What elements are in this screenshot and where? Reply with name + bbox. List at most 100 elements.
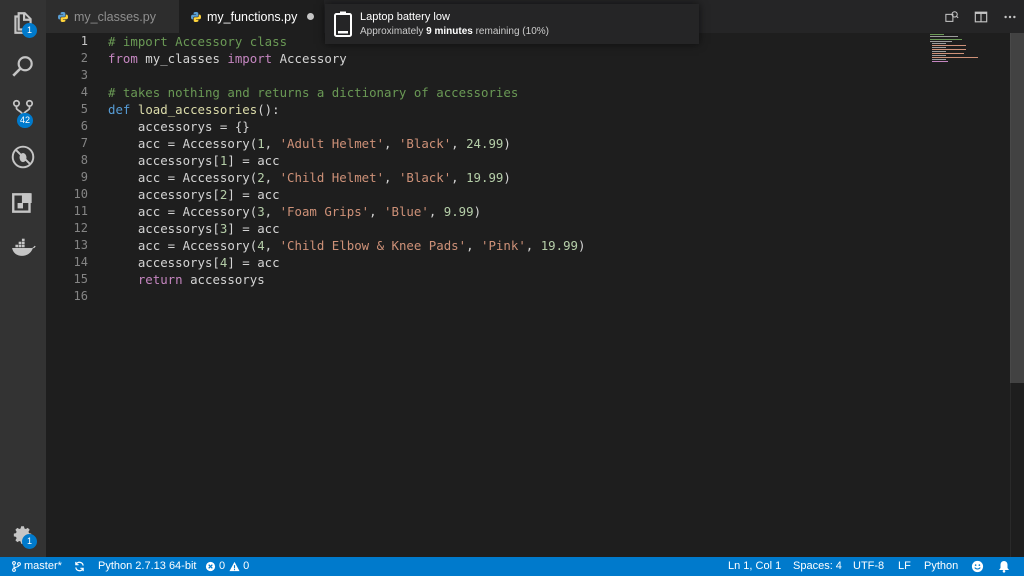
line-number: 9 — [80, 170, 88, 184]
line-number: 3 — [80, 68, 88, 82]
code-token: ) — [473, 204, 482, 219]
code-token: acc = Accessory( — [108, 136, 258, 151]
split-editor-icon — [974, 11, 987, 22]
split-editor-button[interactable] — [966, 0, 995, 33]
code-token: , — [525, 238, 541, 253]
cursor-position-label: Ln 1, Col 1 — [728, 560, 782, 572]
code-token: def — [108, 102, 131, 117]
settings-button[interactable]: 1 — [0, 512, 46, 558]
code-line[interactable]: acc = Accessory(1, 'Adult Helmet', 'Blac… — [108, 135, 511, 152]
activity-bar: 1 42 1 — [0, 0, 46, 557]
docker-button[interactable] — [0, 225, 46, 271]
line-number: 5 — [80, 102, 88, 116]
feedback-button[interactable] — [971, 557, 987, 576]
tab-my-classes[interactable]: my_classes.py — [46, 0, 179, 33]
unsaved-dot-icon[interactable] — [307, 13, 315, 20]
code-line[interactable]: return accessorys — [108, 271, 265, 288]
code-line[interactable]: # import Accessory class — [108, 33, 287, 50]
code-line[interactable]: accessorys[2] = acc — [108, 186, 280, 203]
git-branch-icon — [12, 561, 21, 572]
code-line[interactable]: accessorys[4] = acc — [108, 254, 280, 271]
line-number: 2 — [80, 51, 88, 65]
language-mode[interactable]: Python — [924, 557, 958, 576]
indentation[interactable]: Spaces: 4 — [793, 557, 842, 576]
code-line[interactable]: def load_accessories(): — [108, 101, 280, 118]
problems-indicator[interactable]: 0 0 — [205, 557, 249, 576]
code-token: accessorys[ — [108, 255, 220, 270]
code-token: acc = Accessory( — [108, 204, 258, 219]
code-token: 19.99 — [540, 238, 579, 253]
sync-button[interactable] — [74, 557, 88, 576]
code-token: , — [264, 204, 280, 219]
branch-name: master* — [24, 560, 62, 572]
tab-label: my_classes.py — [74, 9, 156, 24]
code-line[interactable]: acc = Accessory(3, 'Foam Grips', 'Blue',… — [108, 203, 481, 220]
python-file-icon — [58, 11, 68, 22]
code-token: , — [384, 170, 399, 185]
code-token: accessorys[ — [108, 221, 220, 236]
branch-indicator[interactable]: master* — [12, 557, 62, 576]
line-number: 7 — [80, 136, 88, 150]
code-token: acc = Accessory( — [108, 170, 258, 185]
code-token: 'Black' — [398, 136, 452, 151]
language-label: Python — [924, 560, 959, 572]
code-token: accessorys[ — [108, 187, 220, 202]
extensions-button[interactable] — [0, 180, 46, 226]
line-number: 4 — [80, 85, 88, 99]
source-control-button[interactable]: 42 — [0, 88, 46, 134]
code-token: return — [137, 272, 183, 287]
notifications-button[interactable] — [998, 557, 1013, 576]
smiley-icon — [971, 560, 984, 573]
search-icon — [12, 56, 33, 77]
editor-actions — [937, 0, 1024, 33]
code-line[interactable]: accessorys[1] = acc — [108, 152, 280, 169]
code-token: , — [264, 136, 280, 151]
code-token: 'Child Helmet' — [279, 170, 385, 185]
code-line[interactable]: acc = Accessory(2, 'Child Helmet', 'Blac… — [108, 169, 511, 186]
explorer-button[interactable]: 1 — [0, 0, 46, 46]
code-token: 'Child Elbow & Knee Pads' — [279, 238, 467, 253]
notification-body: Approximately 9 minutes remaining (10%) — [360, 26, 549, 37]
code-line[interactable]: accessorys = {} — [108, 118, 250, 135]
code-token: acc = Accessory( — [108, 238, 258, 253]
end-of-line[interactable]: LF — [898, 557, 911, 576]
error-icon — [205, 561, 216, 572]
notification-body-bold: 9 minutes — [426, 26, 473, 37]
code-token: from — [108, 51, 138, 66]
code-token: # takes nothing and returns a dictionary… — [108, 85, 519, 100]
settings-badge: 1 — [22, 534, 37, 549]
scrollbar-thumb[interactable] — [1010, 33, 1024, 383]
open-changes-button[interactable] — [937, 0, 966, 33]
code-token: ) — [503, 136, 511, 151]
line-number: 15 — [73, 272, 88, 286]
encoding[interactable]: UTF-8 — [853, 557, 884, 576]
code-token: ] = acc — [227, 153, 280, 168]
code-line[interactable]: accessorys[3] = acc — [108, 220, 280, 237]
code-token: , — [369, 204, 385, 219]
search-button[interactable] — [0, 44, 46, 90]
code-token: accessorys[ — [108, 153, 220, 168]
debug-button[interactable] — [0, 134, 46, 180]
code-line[interactable]: acc = Accessory(4, 'Child Elbow & Knee P… — [108, 237, 586, 254]
code-token: import — [227, 51, 273, 66]
tab-my-functions[interactable]: my_functions.py — [179, 0, 324, 33]
code-line[interactable]: from my_classes import Accessory — [108, 50, 347, 67]
code-token: # import Accessory class — [108, 34, 288, 49]
vertical-scrollbar[interactable] — [1010, 33, 1024, 557]
cursor-position[interactable]: Ln 1, Col 1 — [728, 557, 781, 576]
python-interpreter[interactable]: Python 2.7.13 64-bit — [98, 557, 196, 576]
code-token: , — [451, 170, 467, 185]
minimap[interactable] — [930, 33, 1010, 73]
code-editor[interactable]: 1 2 3 4 5 6 7 8 9 10 11 12 13 14 15 16 # import Accesso… — [46, 33, 1024, 557]
code-token: ] = acc — [227, 221, 280, 236]
more-actions-button[interactable] — [995, 0, 1024, 33]
line-number: 8 — [80, 153, 88, 167]
python-file-icon — [191, 11, 201, 22]
code-line[interactable]: # takes nothing and returns a dictionary… — [108, 84, 518, 101]
code-token: 19.99 — [466, 170, 504, 185]
sync-icon — [75, 561, 84, 572]
code-token: 'Pink' — [481, 238, 526, 253]
battery-notification[interactable]: Laptop battery low Approximately 9 minut… — [325, 4, 699, 44]
